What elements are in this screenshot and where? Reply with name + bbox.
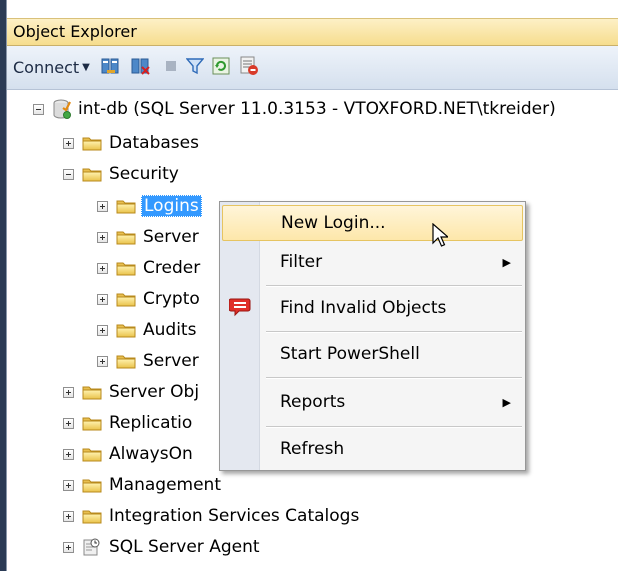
submenu-arrow-icon: ▶ [502,255,511,269]
folder-icon [82,384,102,400]
tree-node-label-selected: Logins [141,195,202,217]
menu-item-filter[interactable]: Filter ▶ [222,244,523,280]
menu-item-refresh[interactable]: Refresh [222,431,523,467]
folder-icon [82,135,102,151]
menu-item-reports[interactable]: Reports ▶ [222,384,523,420]
tree-node-server-objects[interactable]: Server Obj [63,380,199,404]
tree-node-label: Server Obj [109,382,200,402]
menu-separator [266,377,522,379]
context-menu: New Login... Filter ▶ Find Invalid Objec… [219,201,526,471]
tree-node-server-audit-specifications[interactable]: Server [97,349,199,373]
folder-icon [82,446,102,462]
expand-icon[interactable] [63,479,74,491]
tree-node-label: Crypto [143,289,200,309]
tree-node-label: Security [109,164,179,184]
expand-icon[interactable] [97,231,108,243]
menu-item-label: Find Invalid Objects [280,298,447,318]
tree-node-integration-services[interactable]: Integration Services Catalogs [63,504,359,528]
expand-icon[interactable] [63,417,74,429]
tree-node-management[interactable]: Management [63,473,221,497]
folder-icon [116,291,136,307]
disconnect-icon[interactable] [131,56,151,76]
tree-node-label: Databases [109,133,199,153]
expand-icon[interactable] [97,293,108,305]
refresh-icon[interactable] [211,56,231,76]
tree-node-label: SQL Server Agent [109,537,260,557]
menu-item-label: Start PowerShell [280,344,420,364]
expand-icon[interactable] [63,448,74,460]
folder-icon [82,477,102,493]
menu-item-label: New Login... [281,213,386,233]
expand-icon[interactable] [97,355,108,367]
filter-icon[interactable] [185,56,205,76]
server-node-label: int-db (SQL Server 11.0.3153 - VTOXFORD.… [78,99,556,119]
tree-node-label: AlwaysOn [109,444,193,464]
collapse-icon[interactable] [33,103,44,115]
connect-object-explorer-icon[interactable] [101,56,121,76]
menu-separator [266,285,522,287]
collapse-icon[interactable] [63,168,74,180]
summary-icon[interactable] [239,56,259,76]
folder-icon [82,508,102,524]
expand-icon[interactable] [63,541,74,553]
tree-node-label: Server [143,351,199,371]
tree-node-replication[interactable]: Replicatio [63,411,192,435]
tree-node-label: Audits [143,320,197,340]
tree-node-sql-server-agent[interactable]: SQL Server Agent [63,535,260,559]
stop-icon[interactable] [161,56,181,76]
expand-icon[interactable] [97,262,108,274]
tree-node-label: Replicatio [109,413,193,433]
tree-node-alwayson[interactable]: AlwaysOn [63,442,193,466]
window-left-edge [0,0,7,571]
submenu-arrow-icon: ▶ [502,395,511,409]
expand-icon[interactable] [63,510,74,522]
tree-node-label: Integration Services Catalogs [109,506,360,526]
connect-button[interactable]: Connect ▼ [13,56,90,78]
server-icon [52,98,72,120]
menu-item-find-invalid-objects[interactable]: Find Invalid Objects [222,290,523,326]
menu-item-start-powershell[interactable]: Start PowerShell [222,336,523,372]
menu-separator [266,426,522,428]
folder-icon [82,166,102,182]
menu-item-new-login[interactable]: New Login... [222,205,523,241]
tree-node-databases[interactable]: Databases [63,131,199,155]
tree-node-server[interactable]: int-db (SQL Server 11.0.3153 - VTOXFORD.… [33,97,556,121]
connect-label: Connect [13,57,80,77]
tree-node-security[interactable]: Security [63,162,179,186]
tree-node-cryptographic-providers[interactable]: Crypto [97,287,200,311]
menu-separator [266,331,522,333]
expand-icon[interactable] [63,386,74,398]
folder-icon [116,353,136,369]
folder-icon [116,260,136,276]
tree-node-credentials[interactable]: Creder [97,256,200,280]
folder-icon [116,229,136,245]
tree-node-label: Management [109,475,221,495]
menu-item-label: Reports [280,392,346,412]
tree-node-server-roles[interactable]: Server [97,225,199,249]
object-explorer-toolbar: Connect ▼ [7,46,618,90]
find-invalid-objects-icon [228,297,251,322]
expand-icon[interactable] [97,324,108,336]
expand-icon[interactable] [63,137,74,149]
tree-node-audits[interactable]: Audits [97,318,196,342]
sql-agent-icon [82,537,102,557]
panel-title: Object Explorer [13,22,137,41]
folder-icon [82,415,102,431]
menu-item-label: Refresh [280,439,345,459]
object-explorer-title-bar[interactable]: Object Explorer [7,18,618,46]
chevron-down-icon: ▼ [82,61,90,73]
expand-icon[interactable] [97,200,108,212]
menu-item-label: Filter [280,252,323,272]
tree-node-label: Creder [143,258,201,278]
folder-icon [116,322,136,338]
tree-node-logins[interactable]: Logins [97,194,202,218]
folder-icon [116,198,136,214]
mouse-pointer-icon [432,222,450,254]
tree-node-label: Server [143,227,199,247]
